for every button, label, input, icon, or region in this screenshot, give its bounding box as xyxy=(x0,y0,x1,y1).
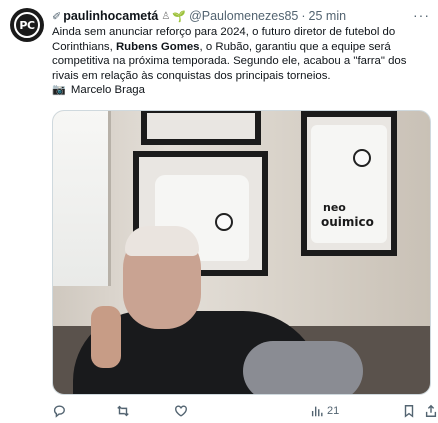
tweet-header: ✐ paulinhocametá ♙ 🌱 @Paulomenezes85 · 2… xyxy=(52,7,430,25)
person-knee xyxy=(243,341,363,394)
share-button[interactable] xyxy=(424,404,438,418)
corinthians-logo xyxy=(353,149,371,167)
tweet-text-line: Ainda sem anunciar reforço para 2024, o … xyxy=(52,26,396,38)
tweet-text-line: competitiva na próxima temporada. Segund… xyxy=(52,55,407,67)
camera-icon: 📷 xyxy=(52,84,66,96)
corinthians-logo xyxy=(215,213,233,231)
like-button[interactable] xyxy=(174,404,188,418)
text-segment: , o Rubão, garantiu que a equipe será xyxy=(199,40,391,53)
seedling-icon: 🌱 xyxy=(172,10,187,23)
text-segment: Corinthians, xyxy=(52,40,116,53)
share-icon xyxy=(425,404,437,417)
photo-credit-name: Marcelo Braga xyxy=(70,84,145,96)
separator-dot: · xyxy=(301,9,306,23)
retweet-button[interactable] xyxy=(116,404,130,418)
photo-credit: 📷 Marcelo Braga xyxy=(52,83,432,98)
author-handle[interactable]: @Paulomenezes85 xyxy=(189,9,298,23)
tweet-text-line: Corinthians, Rubens Gomes, o Rubão, gara… xyxy=(52,40,432,55)
bookmark-button[interactable] xyxy=(402,404,416,418)
sponsor-large: ouimico xyxy=(321,215,374,229)
reply-button[interactable] xyxy=(52,404,66,418)
bold-name: Rubens Gomes xyxy=(115,40,200,53)
author-name[interactable]: paulinhocametá xyxy=(63,9,158,23)
views-button[interactable]: 21 xyxy=(310,404,339,418)
photo-window xyxy=(53,111,111,286)
framed-shirt-right: neo ouimico xyxy=(301,111,397,256)
bookmark-icon xyxy=(404,405,414,418)
tweet-text: Ainda sem anunciar reforço para 2024, o … xyxy=(52,25,432,98)
tweet-text-line: rivais em relação às conquistas dos prin… xyxy=(52,69,331,82)
more-options-icon[interactable]: ··· xyxy=(413,7,430,23)
person-hair xyxy=(125,226,199,256)
timestamp[interactable]: 25 min xyxy=(309,9,347,23)
chess-pawn-icon: ♙ xyxy=(161,10,171,22)
reply-icon xyxy=(53,405,65,418)
sponsor-small: neo xyxy=(323,201,346,214)
thumbs-up-hand xyxy=(91,306,121,368)
retweet-icon xyxy=(117,405,129,417)
bar-chart-icon xyxy=(311,406,323,417)
tweet-card[interactable]: PC ✐ paulinhocametá ♙ 🌱 @Paulomenezes85 … xyxy=(0,0,438,423)
views-count: 21 xyxy=(327,405,340,417)
pencil-badge-icon: ✐ xyxy=(52,10,62,23)
tweet-actions: 21 xyxy=(52,402,437,420)
avatar-logo: PC xyxy=(14,12,40,38)
tweet-photo[interactable]: neo ouimico xyxy=(52,110,431,395)
heart-icon xyxy=(175,405,187,417)
avatar[interactable]: PC xyxy=(10,8,44,42)
framed-shirt-top xyxy=(141,111,261,145)
